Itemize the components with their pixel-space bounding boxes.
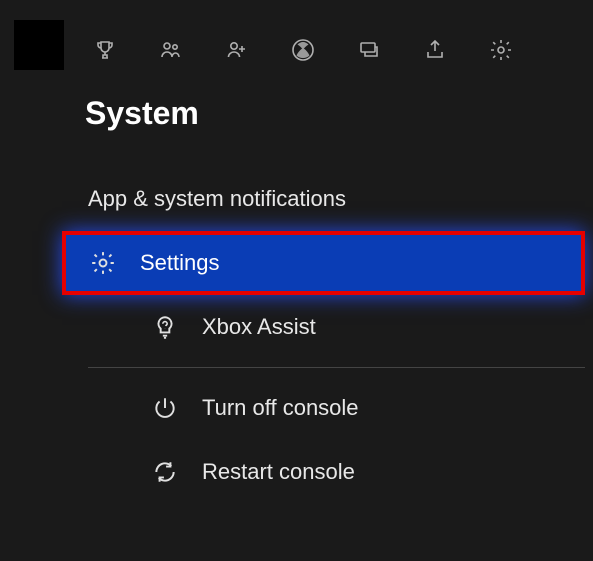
friends-tab-icon[interactable] — [156, 35, 186, 65]
achievements-tab-icon[interactable] — [90, 35, 120, 65]
menu-item-label: Xbox Assist — [202, 314, 316, 340]
settings-tab-icon[interactable] — [486, 35, 516, 65]
menu-item-label: Settings — [140, 250, 220, 276]
menu-item-restart[interactable]: Restart console — [62, 440, 585, 504]
party-tab-icon[interactable] — [222, 35, 252, 65]
menu-item-xbox-assist[interactable]: Xbox Assist — [62, 295, 585, 359]
menu-item-settings[interactable]: Settings — [62, 231, 585, 295]
messages-tab-icon[interactable] — [354, 35, 384, 65]
xbox-home-tab-icon[interactable] — [288, 35, 318, 65]
profile-avatar[interactable] — [14, 20, 64, 70]
menu-divider — [88, 367, 585, 368]
gear-icon — [88, 248, 118, 278]
system-panel: System App & system notifications Settin… — [0, 0, 593, 561]
guide-tab-bar — [0, 25, 593, 75]
menu-item-turn-off[interactable]: Turn off console — [62, 376, 585, 440]
restart-icon — [150, 457, 180, 487]
menu-item-notifications[interactable]: App & system notifications — [62, 167, 585, 231]
menu-item-label: App & system notifications — [88, 186, 346, 212]
menu-item-label: Turn off console — [202, 395, 359, 421]
menu-item-label: Restart console — [202, 459, 355, 485]
share-tab-icon[interactable] — [420, 35, 450, 65]
page-title: System — [0, 95, 593, 132]
power-icon — [150, 393, 180, 423]
lightbulb-help-icon — [150, 312, 180, 342]
